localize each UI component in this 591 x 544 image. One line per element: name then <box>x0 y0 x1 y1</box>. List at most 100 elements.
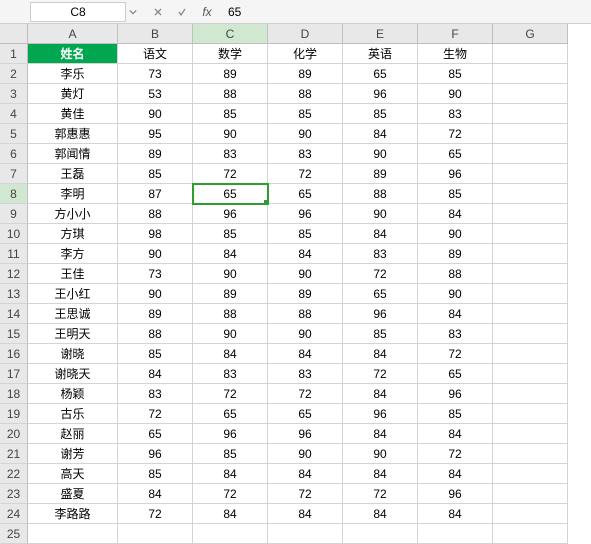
cell-D18[interactable]: 72 <box>268 384 343 404</box>
cell-E8[interactable]: 88 <box>343 184 418 204</box>
cell-E19[interactable]: 96 <box>343 404 418 424</box>
cell-C22[interactable]: 84 <box>193 464 268 484</box>
cell-D25[interactable] <box>268 524 343 544</box>
cell-D15[interactable]: 90 <box>268 324 343 344</box>
cell-G9[interactable] <box>493 204 568 224</box>
cell-F9[interactable]: 84 <box>418 204 493 224</box>
cell-B3[interactable]: 53 <box>118 84 193 104</box>
row-header-4[interactable]: 4 <box>0 104 28 124</box>
cell-C3[interactable]: 88 <box>193 84 268 104</box>
cell-E13[interactable]: 65 <box>343 284 418 304</box>
cell-B7[interactable]: 85 <box>118 164 193 184</box>
row-header-19[interactable]: 19 <box>0 404 28 424</box>
cell-D7[interactable]: 72 <box>268 164 343 184</box>
cell-D20[interactable]: 96 <box>268 424 343 444</box>
cell-C5[interactable]: 90 <box>193 124 268 144</box>
cell-G19[interactable] <box>493 404 568 424</box>
row-header-21[interactable]: 21 <box>0 444 28 464</box>
cell-C14[interactable]: 88 <box>193 304 268 324</box>
cell-G22[interactable] <box>493 464 568 484</box>
cell-F8[interactable]: 85 <box>418 184 493 204</box>
cell-E4[interactable]: 85 <box>343 104 418 124</box>
cell-F3[interactable]: 90 <box>418 84 493 104</box>
cell-B9[interactable]: 88 <box>118 204 193 224</box>
cell-D8[interactable]: 65 <box>268 184 343 204</box>
cell-G13[interactable] <box>493 284 568 304</box>
confirm-icon[interactable] <box>174 7 190 17</box>
cell-B24[interactable]: 72 <box>118 504 193 524</box>
row-header-17[interactable]: 17 <box>0 364 28 384</box>
row-header-6[interactable]: 6 <box>0 144 28 164</box>
cell-C17[interactable]: 83 <box>193 364 268 384</box>
cell-B17[interactable]: 84 <box>118 364 193 384</box>
cell-B20[interactable]: 65 <box>118 424 193 444</box>
cell-B21[interactable]: 96 <box>118 444 193 464</box>
cell-B5[interactable]: 95 <box>118 124 193 144</box>
cell-E24[interactable]: 84 <box>343 504 418 524</box>
cell-A19[interactable]: 古乐 <box>28 404 118 424</box>
cell-B12[interactable]: 73 <box>118 264 193 284</box>
cell-G18[interactable] <box>493 384 568 404</box>
row-header-23[interactable]: 23 <box>0 484 28 504</box>
cell-A16[interactable]: 谢晓 <box>28 344 118 364</box>
cell-G12[interactable] <box>493 264 568 284</box>
cell-D14[interactable]: 88 <box>268 304 343 324</box>
column-header-G[interactable]: G <box>493 24 568 44</box>
cell-B13[interactable]: 90 <box>118 284 193 304</box>
cell-G11[interactable] <box>493 244 568 264</box>
cell-D22[interactable]: 84 <box>268 464 343 484</box>
cell-B4[interactable]: 90 <box>118 104 193 124</box>
cell-E23[interactable]: 72 <box>343 484 418 504</box>
cell-D23[interactable]: 72 <box>268 484 343 504</box>
cell-F2[interactable]: 85 <box>418 64 493 84</box>
cell-B2[interactable]: 73 <box>118 64 193 84</box>
cell-C20[interactable]: 96 <box>193 424 268 444</box>
cell-A2[interactable]: 李乐 <box>28 64 118 84</box>
cell-A12[interactable]: 王佳 <box>28 264 118 284</box>
cell-B8[interactable]: 87 <box>118 184 193 204</box>
cell-E15[interactable]: 85 <box>343 324 418 344</box>
cancel-icon[interactable] <box>150 7 166 17</box>
cell-D2[interactable]: 89 <box>268 64 343 84</box>
cell-D3[interactable]: 88 <box>268 84 343 104</box>
cell-G8[interactable] <box>493 184 568 204</box>
cell-D17[interactable]: 83 <box>268 364 343 384</box>
cell-C23[interactable]: 72 <box>193 484 268 504</box>
cell-D10[interactable]: 85 <box>268 224 343 244</box>
cell-F22[interactable]: 84 <box>418 464 493 484</box>
cell-B10[interactable]: 98 <box>118 224 193 244</box>
row-header-9[interactable]: 9 <box>0 204 28 224</box>
cell-A10[interactable]: 方琪 <box>28 224 118 244</box>
cell-D9[interactable]: 96 <box>268 204 343 224</box>
cell-C13[interactable]: 89 <box>193 284 268 304</box>
row-header-20[interactable]: 20 <box>0 424 28 444</box>
cell-G17[interactable] <box>493 364 568 384</box>
cell-A11[interactable]: 李方 <box>28 244 118 264</box>
row-header-10[interactable]: 10 <box>0 224 28 244</box>
cell-A3[interactable]: 黄灯 <box>28 84 118 104</box>
cell-D6[interactable]: 83 <box>268 144 343 164</box>
cell-E2[interactable]: 65 <box>343 64 418 84</box>
cell-C12[interactable]: 90 <box>193 264 268 284</box>
cell-G2[interactable] <box>493 64 568 84</box>
cell-G25[interactable] <box>493 524 568 544</box>
cell-G20[interactable] <box>493 424 568 444</box>
cell-B11[interactable]: 90 <box>118 244 193 264</box>
cell-A1[interactable]: 姓名 <box>28 44 118 64</box>
cell-B15[interactable]: 88 <box>118 324 193 344</box>
cell-F18[interactable]: 96 <box>418 384 493 404</box>
cell-C18[interactable]: 72 <box>193 384 268 404</box>
cell-F17[interactable]: 65 <box>418 364 493 384</box>
cell-F24[interactable]: 84 <box>418 504 493 524</box>
cell-E6[interactable]: 90 <box>343 144 418 164</box>
cell-E25[interactable] <box>343 524 418 544</box>
cell-B25[interactable] <box>118 524 193 544</box>
select-all-corner[interactable] <box>0 24 28 44</box>
name-box-dropdown[interactable] <box>126 2 140 22</box>
cell-F20[interactable]: 84 <box>418 424 493 444</box>
cell-F19[interactable]: 85 <box>418 404 493 424</box>
cell-F10[interactable]: 90 <box>418 224 493 244</box>
cell-D21[interactable]: 90 <box>268 444 343 464</box>
cell-G10[interactable] <box>493 224 568 244</box>
cell-A18[interactable]: 杨颖 <box>28 384 118 404</box>
